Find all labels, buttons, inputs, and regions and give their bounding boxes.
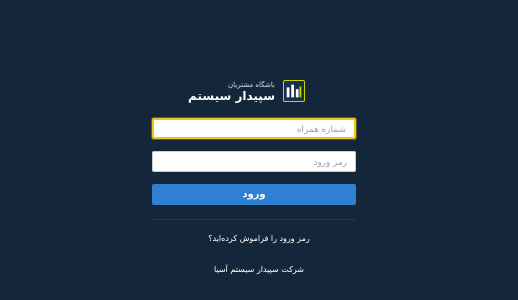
company-name: شرکت سپیدار سیستم آسیا — [214, 265, 304, 274]
logo-subtitle: باشگاه مشتریان — [227, 81, 275, 89]
phone-number-input[interactable] — [152, 118, 356, 139]
sepidar-logo-icon — [283, 80, 305, 102]
divider — [152, 219, 356, 220]
password-input[interactable] — [152, 151, 356, 172]
forgot-password-link[interactable]: رمز ورود را فراموش کرده‌اید؟ — [0, 234, 518, 243]
login-button[interactable]: ورود — [152, 184, 356, 205]
brand-logo: باشگاه مشتریان سپیدار سیستم — [188, 80, 305, 106]
logo-title: سپیدار سیستم — [188, 89, 275, 103]
